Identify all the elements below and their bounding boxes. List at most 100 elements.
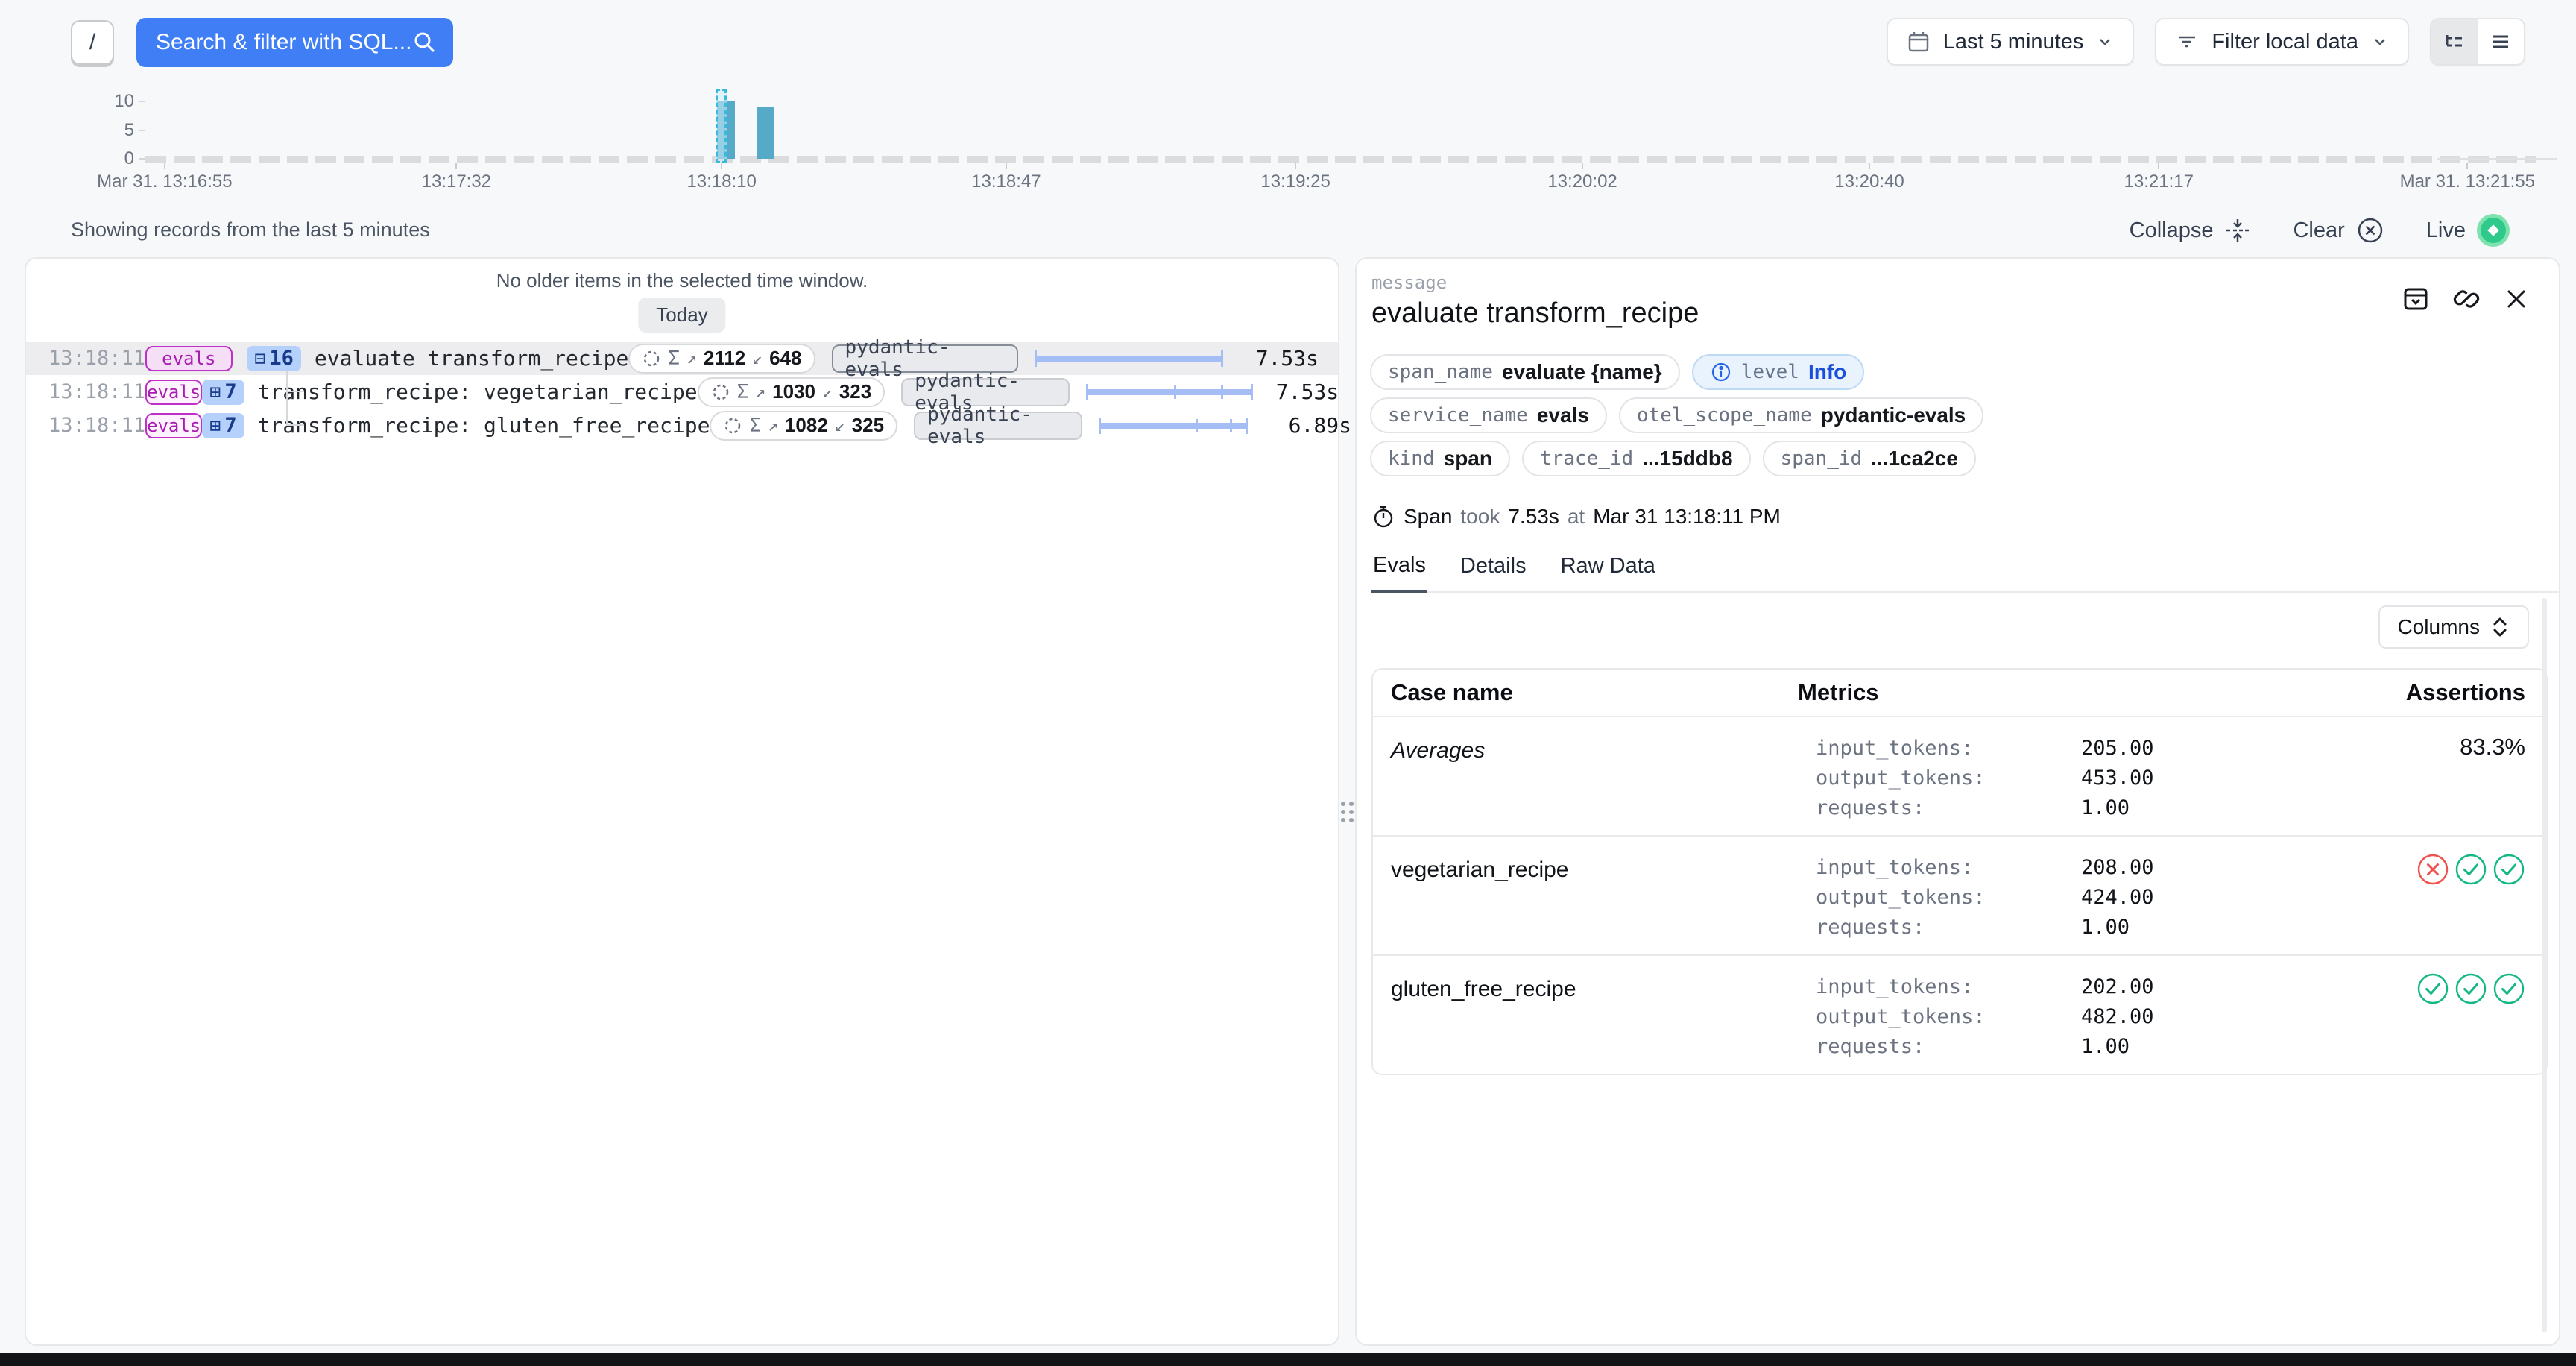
tokens-sent-value: 2112 [704,347,745,370]
collapse-button[interactable]: Collapse [2130,216,2253,245]
otel-scope-chip[interactable]: pydantic-evals [914,412,1082,440]
copy-link-button[interactable] [2452,284,2481,314]
span-count-chip[interactable]: ⊞ 7 [202,380,244,405]
view-toggle [2430,18,2525,66]
calendar-icon [1906,29,1931,54]
x-axis-label: 13:21:17 [2124,171,2194,192]
case-name: vegetarian_recipe [1373,853,1798,942]
span-title[interactable]: evaluate transform_recipe [315,346,628,371]
service-tag[interactable]: evals [145,413,202,438]
tree-view-toggle[interactable] [2431,19,2478,64]
search-icon [411,29,438,56]
live-toggle[interactable]: Live [2426,213,2510,248]
assertions-percentage: 83.3% [2460,734,2525,760]
timeline-selection[interactable] [716,89,726,163]
attribute-value: Info [1808,360,1846,384]
took-duration: 7.53s [1508,505,1559,529]
attribute-pill-otel-scope-name[interactable]: otel_scope_name pydantic-evals [1619,397,1983,433]
x-axis-label: 13:20:40 [1834,171,1904,192]
took-prefix: Span [1404,505,1452,529]
span-title[interactable]: transform_recipe: gluten_free_recipe [258,413,710,438]
token-stats-pill[interactable]: Σ ↗ 2112 ↙ 648 [628,344,815,374]
filter-local-data-label: Filter local data [2212,30,2358,54]
y-axis-label: 10 [0,91,134,112]
timeline-bar[interactable] [757,107,774,159]
attribute-key: service_name [1388,404,1528,427]
attribute-pill-span-name[interactable]: span_name evaluate {name} [1370,354,1680,390]
duration-bar [1086,383,1252,402]
took-timestamp: Mar 31 13:18:11 PM [1593,505,1781,529]
token-stats-pill[interactable]: Σ ↗ 1030 ↙ 323 [698,377,886,407]
collapse-icon [2223,216,2252,245]
tree-view-icon [2442,29,2467,54]
x-axis-label: 13:19:25 [1260,171,1330,192]
child-count: 7 [224,380,236,403]
tokens-sent-icon: ↗ [768,416,778,435]
time-range-label: Last 5 minutes [1943,30,2084,54]
evals-table-row[interactable]: Averages input_tokens:205.00 output_toke… [1373,717,2546,835]
up-down-chevrons-icon [2490,614,2510,640]
tokens-sent-icon: ↗ [755,383,765,402]
level-pill[interactable]: level Info [1692,354,1865,390]
assertions-cell [2367,853,2546,942]
y-axis-tick [139,158,145,160]
timeline-axis-end [2437,158,2557,160]
list-view-toggle[interactable] [2478,19,2524,64]
live-label: Live [2426,218,2466,243]
columns-button[interactable]: Columns [2378,605,2529,649]
slash-shortcut-key: / [71,20,114,65]
service-tag[interactable]: evals [145,346,233,371]
panel-scrollbar[interactable] [2542,598,2547,1332]
trace-row[interactable]: 13:18:11 evals ⊟ 16 evaluate transform_r… [26,342,1338,375]
attribute-key: level [1741,361,1799,383]
evals-table-row[interactable]: vegetarian_recipe input_tokens:208.00 ou… [1373,835,2546,954]
attribute-pill-service-name[interactable]: service_name evals [1370,397,1607,433]
timeline-plot[interactable]: Mar 31. 13:16:5513:17:3213:18:1013:18:47… [145,86,2557,159]
span-count-chip[interactable]: ⊞ 7 [202,413,244,438]
sum-icon: Σ [668,347,680,370]
tab-evals[interactable]: Evals [1371,553,1427,593]
x-axis-label: 13:18:47 [971,171,1041,192]
topbar-controls: Last 5 minutes Filter local data [1887,18,2525,66]
timeline-chart[interactable]: Mar 31. 13:16:5513:17:3213:18:1013:18:47… [0,82,2576,205]
filter-local-data-button[interactable]: Filter local data [2155,18,2409,66]
service-tag[interactable]: evals [145,380,202,405]
child-count: 16 [269,347,294,370]
trace-list-panel: No older items in the selected time wind… [25,257,1339,1346]
attribute-pill-trace-id[interactable]: trace_id ...15ddb8 [1522,441,1751,476]
duration-value: 6.89s [1281,413,1351,438]
panel-resize-handle[interactable] [1339,796,1355,828]
span-count-chip[interactable]: ⊟ 16 [247,346,301,371]
otel-scope-chip[interactable]: pydantic-evals [901,378,1070,406]
x-axis-label: 13:17:32 [422,171,491,192]
assertion-icons [2367,972,2525,1005]
empty-window-notice: No older items in the selected time wind… [26,269,1338,292]
trace-row[interactable]: 13:18:11 evals ⊞ 7 transform_recipe: veg… [26,375,1338,409]
took-word: took [1460,505,1500,529]
y-axis-label: 5 [0,120,134,141]
time-range-button[interactable]: Last 5 minutes [1887,18,2135,66]
evals-table-header: Case name Metrics Assertions [1373,670,2546,717]
span-detail-title: evaluate transform_recipe [1371,298,1699,330]
trace-rows: 13:18:11 evals ⊟ 16 evaluate transform_r… [26,342,1338,442]
attribute-pill-kind[interactable]: kind span [1370,441,1510,476]
token-stats-pill[interactable]: Σ ↗ 1082 ↙ 325 [710,411,897,441]
tab-details[interactable]: Details [1459,553,1528,591]
pass-icon [2493,972,2525,1005]
search-button[interactable]: Search & filter with SQL... [136,18,453,67]
otel-scope-chip[interactable]: pydantic-evals [832,344,1019,373]
dock-panel-button[interactable] [2401,284,2431,314]
search-button-label: Search & filter with SQL... [156,30,411,55]
x-axis-tick [2158,163,2159,169]
clear-button[interactable]: Clear [2293,215,2384,245]
x-axis-tick [2466,163,2468,169]
tab-raw-data[interactable]: Raw Data [1559,553,1657,591]
trace-row[interactable]: 13:18:11 evals ⊞ 7 transform_recipe: glu… [26,409,1338,442]
evals-table-row[interactable]: gluten_free_recipe input_tokens:202.00 o… [1373,954,2546,1074]
close-panel-button[interactable] [2502,285,2531,313]
attribute-pill-span-id[interactable]: span_id ...1ca2ce [1763,441,1976,476]
tokens-received-value: 325 [852,414,884,437]
window-bottom-bar [0,1353,2576,1366]
span-title[interactable]: transform_recipe: vegetarian_recipe [258,380,698,404]
tokens-sent-value: 1030 [772,380,815,403]
